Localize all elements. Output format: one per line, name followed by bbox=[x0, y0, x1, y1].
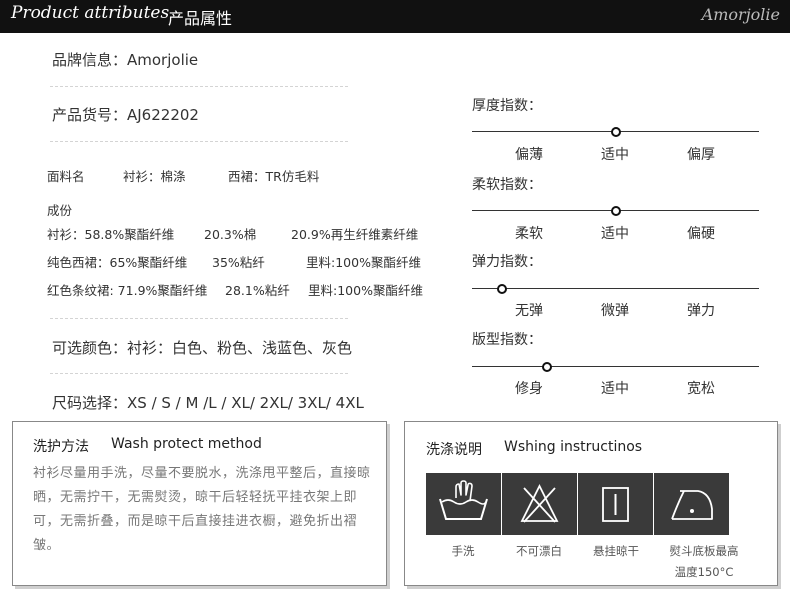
wash-instructions-title-en: Wshing instructinos bbox=[504, 439, 643, 455]
fabric-shirt: 衬衫：棉涤 bbox=[123, 169, 186, 184]
section-title-cn: 产品属性 bbox=[168, 9, 233, 28]
softness-label-low: 柔软 bbox=[515, 226, 543, 242]
wash-method-text: 衬衫尽量用手洗，尽量不要脱水，洗涤甩平整后，直接晾晒，无需拧干，无需熨烫，晾干后… bbox=[33, 466, 371, 553]
fit-label-mid: 适中 bbox=[601, 381, 629, 397]
elasticity-title: 弹力指数： bbox=[472, 254, 542, 270]
no-bleach-icon bbox=[502, 473, 577, 535]
composition-cell: 里料:100%聚酯纤维 bbox=[308, 283, 423, 298]
fit-label-low: 修身 bbox=[515, 381, 543, 397]
wash-instructions-title-cn: 洗涤说明 bbox=[426, 442, 482, 458]
elasticity-label-high: 弹力 bbox=[687, 303, 715, 319]
hang-dry-icon bbox=[578, 473, 653, 535]
fabric-skirt: 西裙：TR仿毛料 bbox=[228, 169, 320, 184]
fit-title: 版型指数： bbox=[472, 332, 542, 348]
wash-method-title-cn: 洗护方法 bbox=[33, 439, 89, 455]
thickness-title: 厚度指数： bbox=[472, 98, 542, 114]
no-bleach-label: 不可漂白 bbox=[516, 544, 562, 558]
divider bbox=[50, 141, 348, 142]
softness-label-high: 偏硬 bbox=[687, 226, 715, 242]
divider bbox=[50, 318, 348, 319]
brand-info: 品牌信息：Amorjolie bbox=[52, 51, 199, 69]
composition-label: 成份 bbox=[47, 203, 73, 218]
composition-cell: 里料:100%聚酯纤维 bbox=[306, 255, 421, 270]
softness-label-mid: 适中 bbox=[601, 226, 629, 242]
fit-knob bbox=[542, 362, 553, 372]
divider bbox=[50, 86, 348, 87]
section-title-en: Product attributes bbox=[11, 3, 170, 23]
hang-dry-label: 悬挂晾干 bbox=[593, 544, 639, 558]
thickness-track bbox=[472, 127, 759, 137]
elasticity-knob bbox=[497, 284, 507, 294]
composition-cell: 衬衫：58.8%聚酯纤维 bbox=[47, 227, 175, 242]
iron-icon bbox=[654, 473, 729, 535]
iron-label-line1: 熨斗底板最高 bbox=[669, 544, 739, 558]
elasticity-label-mid: 微弹 bbox=[601, 303, 629, 319]
softness-track bbox=[472, 206, 759, 216]
hand-wash-label: 手洗 bbox=[451, 544, 475, 558]
thickness-label-high: 偏厚 bbox=[687, 147, 715, 163]
fit-label-high: 宽松 bbox=[687, 381, 715, 397]
iron-label-line2: 温度150°C bbox=[674, 565, 734, 579]
iron-label: 熨斗底板最高 温度150°C bbox=[670, 541, 739, 583]
thickness-knob bbox=[610, 127, 621, 137]
item-number: 产品货号：AJ622202 bbox=[52, 106, 199, 124]
composition-cell: 20.3%棉 bbox=[204, 227, 257, 242]
composition-cell: 20.9%再生纤维素纤维 bbox=[291, 227, 419, 242]
composition-cell: 红色条纹裙: 71.9%聚酯纤维 bbox=[47, 283, 208, 298]
composition-cell: 35%粘纤 bbox=[212, 255, 265, 270]
brand-logo: Amorjolie bbox=[701, 5, 780, 24]
header-bar: Product attributes 产品属性 Amorjolie bbox=[0, 0, 790, 33]
available-colors: 可选颜色：衬衫：白色、粉色、浅蓝色、灰色 bbox=[52, 339, 353, 357]
size-options: 尺码选择：XS / S / M /L / XL/ 2XL/ 3XL/ 4XL bbox=[52, 394, 364, 412]
fabric-label: 面料名 bbox=[47, 169, 85, 184]
thickness-label-mid: 适中 bbox=[601, 147, 629, 163]
thickness-label-low: 偏薄 bbox=[515, 147, 543, 163]
divider bbox=[50, 373, 348, 374]
softness-title: 柔软指数： bbox=[472, 177, 542, 193]
composition-cell: 纯色西裙：65%聚酯纤维 bbox=[47, 255, 188, 270]
composition-cell: 28.1%粘纤 bbox=[225, 283, 290, 298]
elasticity-label-low: 无弹 bbox=[515, 303, 543, 319]
elasticity-track bbox=[472, 284, 759, 294]
hand-wash-icon bbox=[426, 473, 501, 535]
softness-knob bbox=[610, 206, 621, 216]
fit-track bbox=[472, 362, 759, 372]
wash-method-title-en: Wash protect method bbox=[111, 436, 262, 452]
